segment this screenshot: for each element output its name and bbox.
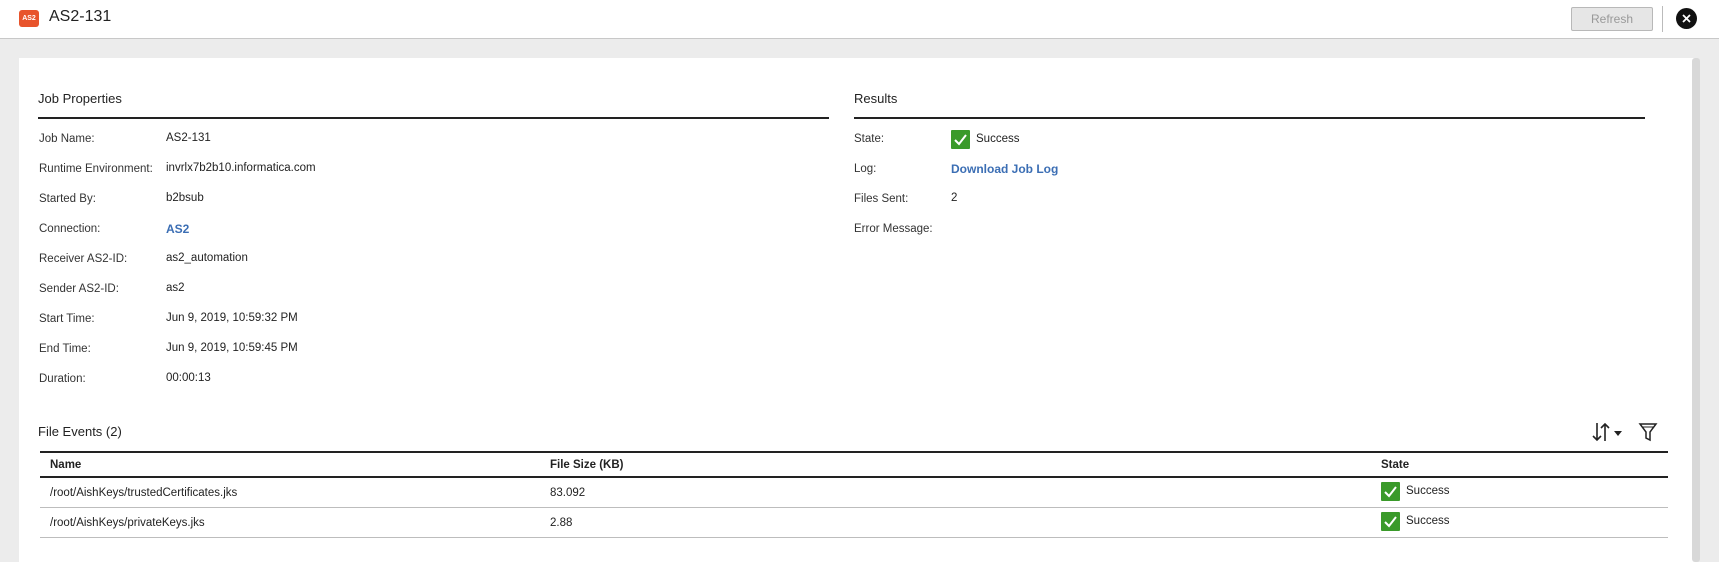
row-1-success-check-icon [1381,482,1400,501]
success-check-icon [951,130,970,149]
error-message-label: Error Message: [854,223,933,235]
filter-icon[interactable] [1638,421,1658,446]
started-by-label: Started By: [39,193,96,205]
row-1-name: /root/AishKeys/trustedCertificates.jks [50,487,238,499]
sender-as2-id-value: as2 [166,282,185,294]
close-icon[interactable] [1676,8,1697,29]
table-top-border [40,451,1668,453]
connection-link[interactable]: AS2 [166,222,189,236]
files-sent-value: 2 [951,192,958,204]
start-time-value: Jun 9, 2019, 10:59:32 PM [166,312,298,324]
download-job-log-link[interactable]: Download Job Log [951,162,1058,176]
sender-as2-id-label: Sender AS2-ID: [39,283,119,295]
connection-label: Connection: [39,223,101,235]
sort-icon[interactable] [1591,421,1625,446]
job-properties-title: Job Properties [38,91,122,106]
job-name-value: AS2-131 [166,132,211,144]
results-divider [854,117,1645,119]
start-time-label: Start Time: [39,313,95,325]
file-events-title: File Events (2) [38,424,122,439]
divider [1662,6,1663,32]
duration-value: 00:00:13 [166,372,211,384]
duration-label: Duration: [39,373,86,385]
end-time-value: Jun 9, 2019, 10:59:45 PM [166,342,298,354]
end-time-label: End Time: [39,343,91,355]
row-1-size: 83.092 [550,487,586,499]
page-title: AS2-131 [49,8,112,25]
row-2-success-check-icon [1381,512,1400,531]
refresh-button[interactable]: Refresh [1571,7,1653,31]
files-sent-label: Files Sent: [854,193,909,205]
runtime-environment-value: invrlx7b2b10.informatica.com [166,162,316,174]
results-title: Results [854,91,898,106]
column-header-name[interactable]: Name [50,459,81,471]
as2-app-icon: AS2 [19,10,39,27]
started-by-value: b2bsub [166,192,204,204]
row-2-size: 2.88 [550,517,573,529]
log-label: Log: [854,163,877,175]
top-bar: AS2 AS2-131 Refresh [0,0,1719,39]
row-2-state: Success [1406,515,1450,527]
table-header-border [40,476,1668,478]
table-row-divider [40,507,1668,508]
vertical-scrollbar[interactable] [1692,58,1700,562]
job-name-label: Job Name: [39,133,95,145]
column-header-state[interactable]: State [1381,459,1409,471]
column-header-file-size[interactable]: File Size (KB) [550,459,623,471]
runtime-environment-label: Runtime Environment: [39,163,153,175]
receiver-as2-id-label: Receiver AS2-ID: [39,253,128,265]
receiver-as2-id-value: as2_automation [166,252,248,264]
table-bottom-border [40,537,1668,538]
state-label: State: [854,133,885,145]
job-properties-divider [38,117,829,119]
state-value: Success [976,133,1020,145]
row-2-name: /root/AishKeys/privateKeys.jks [50,517,205,529]
row-1-state: Success [1406,485,1450,497]
